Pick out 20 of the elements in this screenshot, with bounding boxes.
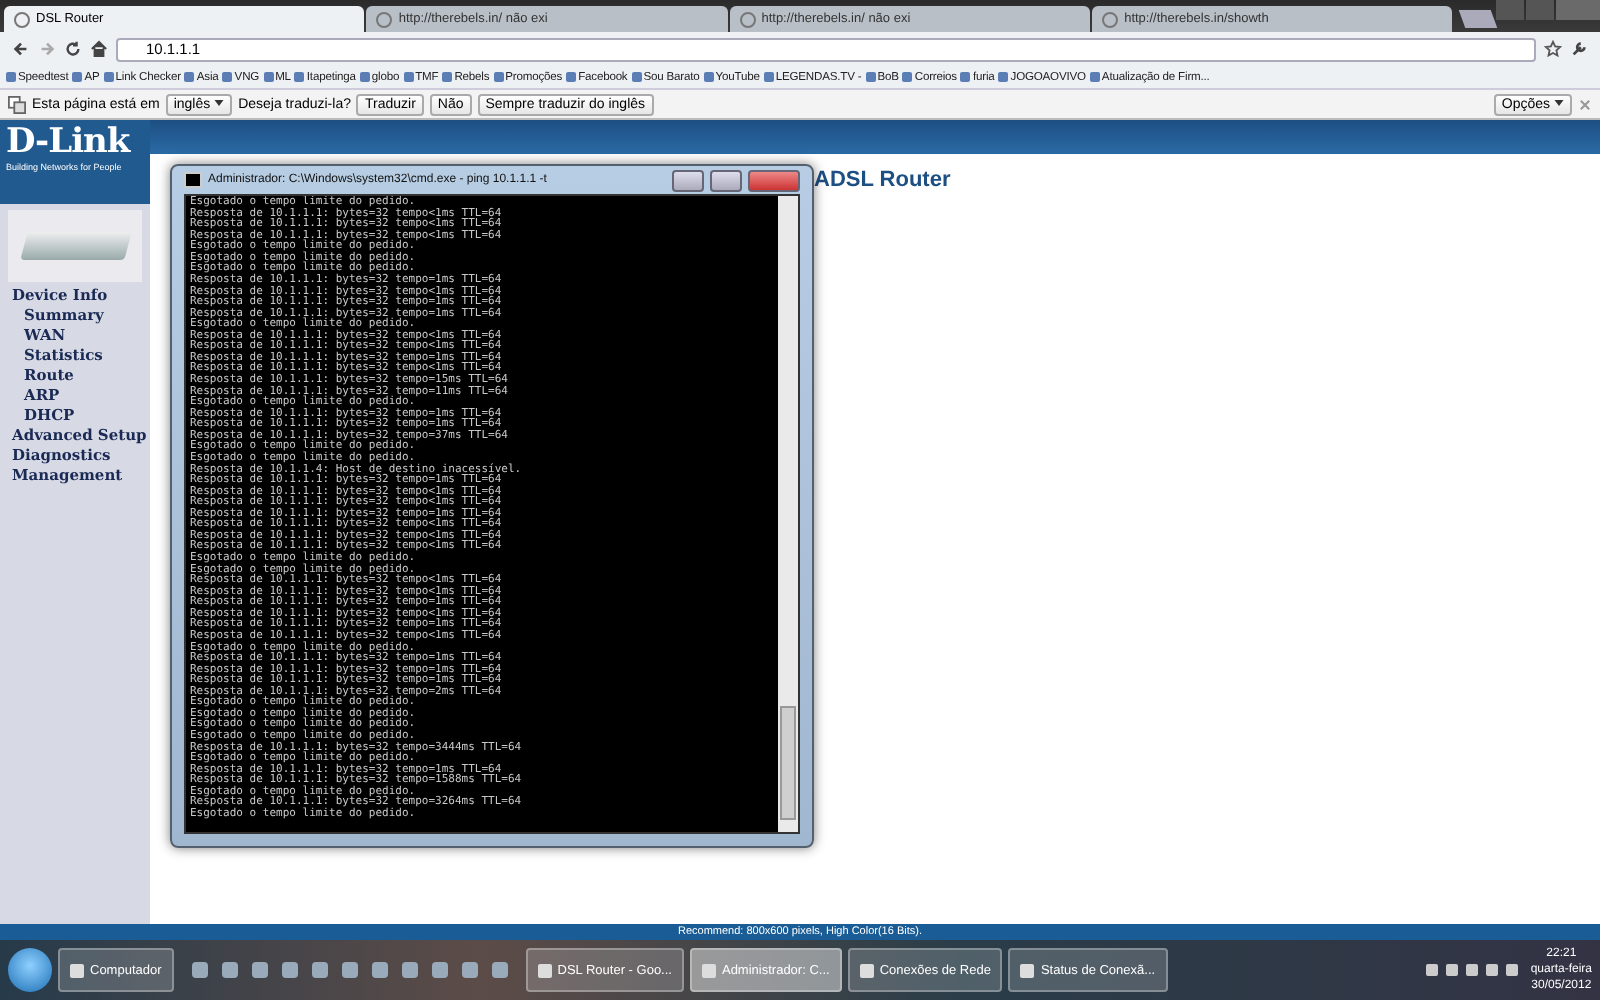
close-button[interactable] <box>748 169 800 191</box>
caret-icon <box>1554 100 1564 107</box>
new-tab-button[interactable] <box>1459 10 1498 28</box>
window-controls-icon[interactable] <box>1496 0 1600 20</box>
scrollbar[interactable] <box>778 196 798 832</box>
console-icon <box>184 172 202 188</box>
wrench-icon[interactable] <box>1570 40 1588 58</box>
minimize-button[interactable] <box>672 169 704 191</box>
page-title: ADSL Router <box>814 168 951 192</box>
home-icon[interactable] <box>90 40 108 58</box>
logo: D-Link <box>6 124 133 162</box>
caret-icon <box>214 100 225 107</box>
translate-icon <box>8 95 26 113</box>
close-icon[interactable] <box>1578 97 1592 111</box>
maximize-button[interactable] <box>710 169 742 191</box>
reload-icon[interactable] <box>64 40 82 58</box>
back-icon[interactable] <box>12 40 30 58</box>
start-button[interactable] <box>8 948 52 992</box>
router-drawing <box>8 210 142 282</box>
star-icon[interactable] <box>1544 40 1562 58</box>
